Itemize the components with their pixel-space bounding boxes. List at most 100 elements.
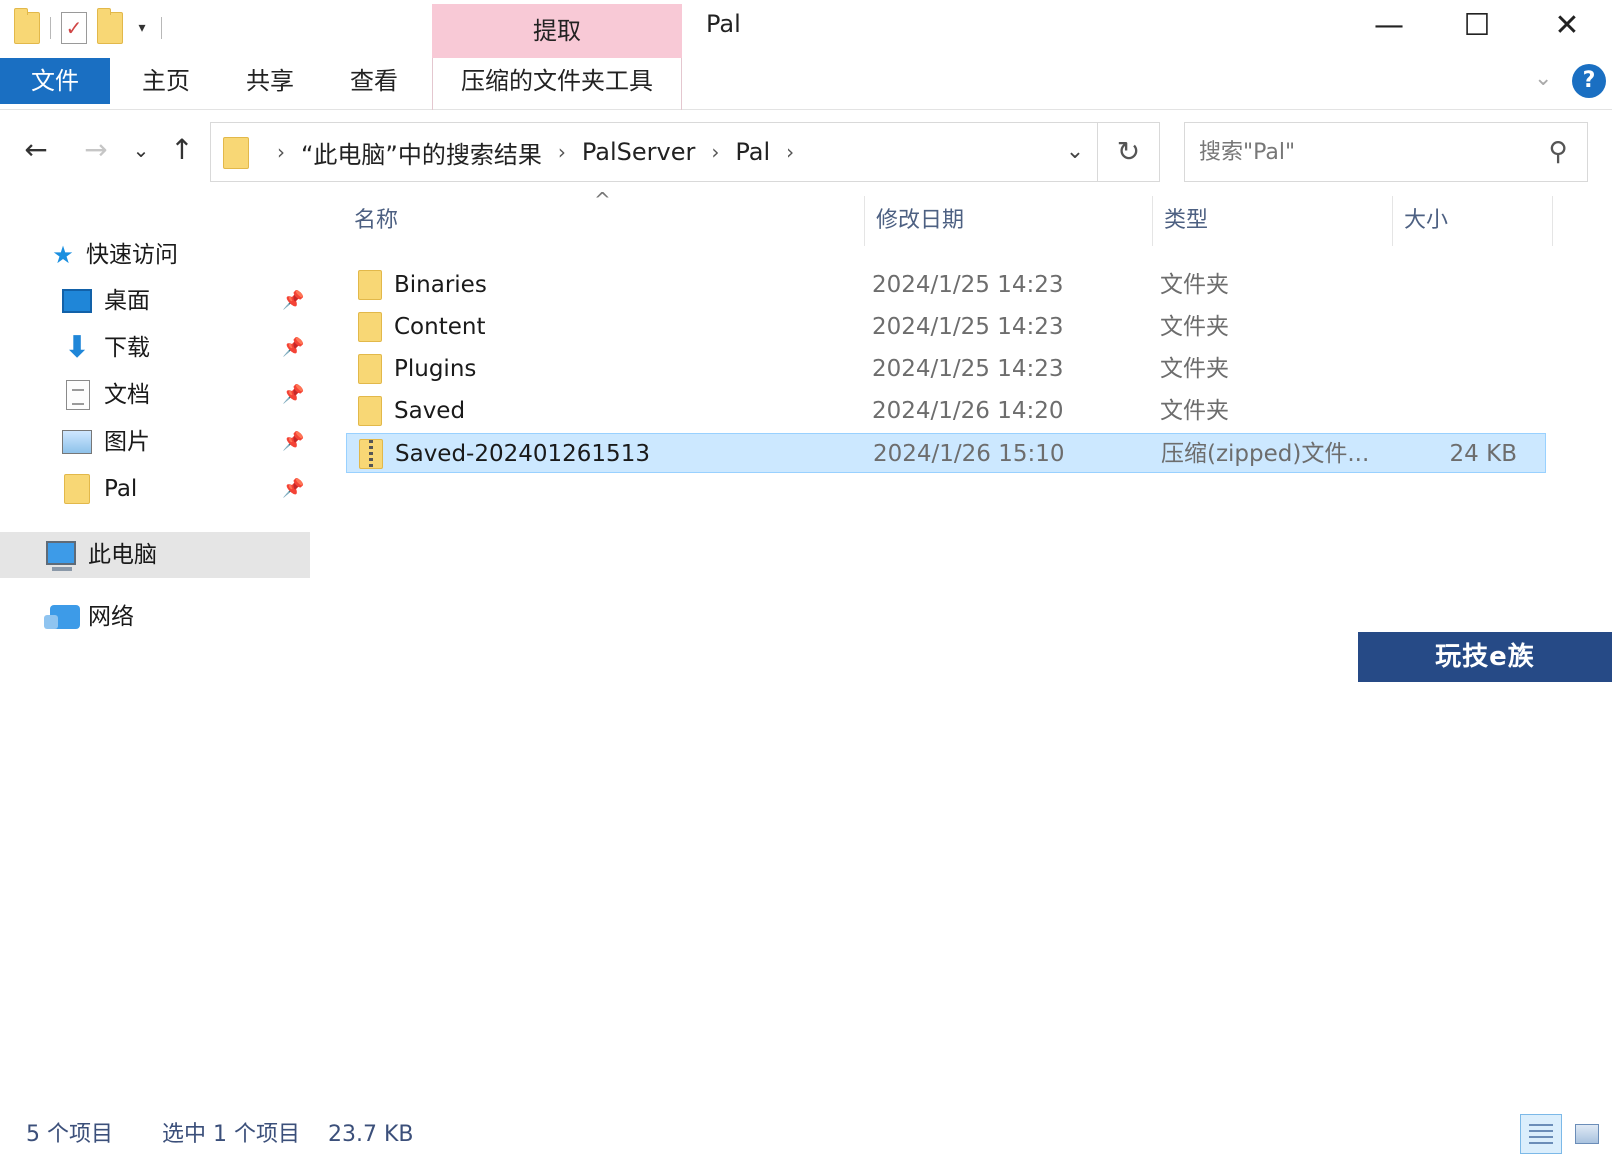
back-button[interactable]: ← xyxy=(18,132,54,168)
context-tab-group-label[interactable]: 提取 xyxy=(432,4,682,58)
sidebar-item-label: 文档 xyxy=(104,382,150,408)
zip-archive-icon xyxy=(359,439,383,469)
address-bar[interactable]: › “此电脑”中的搜索结果 › PalServer › Pal › ⌄ ↻ xyxy=(210,122,1160,182)
column-divider[interactable] xyxy=(1552,196,1553,246)
file-modified: 2024/1/25 14:23 xyxy=(872,356,1064,382)
properties-icon[interactable]: ✓ xyxy=(61,12,87,44)
tab-view[interactable]: 查看 xyxy=(334,58,414,104)
forward-button[interactable]: → xyxy=(78,132,114,168)
sidebar-item-documents[interactable]: 文档 📌 xyxy=(0,372,310,418)
large-icons-view-icon xyxy=(1575,1124,1599,1144)
file-name: Saved xyxy=(394,398,466,424)
expand-ribbon-chevron-icon[interactable]: ⌄ xyxy=(1534,66,1552,91)
star-icon: ★ xyxy=(52,241,74,269)
breadcrumb-palserver[interactable]: PalServer xyxy=(582,138,695,166)
details-view-icon xyxy=(1529,1124,1553,1144)
sidebar-item-downloads[interactable]: ⬇ 下载 📌 xyxy=(0,325,310,371)
folder-icon[interactable] xyxy=(14,8,40,44)
new-folder-icon[interactable] xyxy=(97,8,123,44)
file-modified: 2024/1/25 14:23 xyxy=(872,272,1064,298)
selection-count: 选中 1 个项目 xyxy=(162,1122,300,1147)
close-button[interactable]: ✕ xyxy=(1522,0,1612,56)
minimize-button[interactable]: — xyxy=(1344,0,1434,56)
pin-icon[interactable]: 📌 xyxy=(282,466,304,512)
breadcrumb-search-results[interactable]: “此电脑”中的搜索结果 xyxy=(301,135,542,170)
download-icon: ⬇ xyxy=(64,330,90,365)
sidebar-item-label: 下载 xyxy=(104,335,150,361)
file-name: Saved-202401261513 xyxy=(395,441,650,467)
navigation-bar: ← → ⌄ ↑ › “此电脑”中的搜索结果 › PalServer › Pal … xyxy=(0,118,1612,184)
picture-icon xyxy=(62,430,92,454)
file-modified: 2024/1/26 14:20 xyxy=(872,398,1064,424)
file-row-saved-zip[interactable]: Saved-202401261513 2024/1/26 15:10 压缩(zi… xyxy=(346,433,1546,473)
maximize-button[interactable]: ☐ xyxy=(1432,0,1522,56)
pin-icon[interactable]: 📌 xyxy=(282,325,304,371)
details-view-button[interactable] xyxy=(1520,1114,1562,1154)
document-icon xyxy=(66,380,90,410)
column-divider[interactable] xyxy=(1392,196,1393,246)
sidebar-item-this-pc[interactable]: 此电脑 xyxy=(0,532,310,578)
file-row-binaries[interactable]: Binaries 2024/1/25 14:23 文件夹 xyxy=(346,265,1546,305)
sidebar-item-label: 网络 xyxy=(88,604,134,630)
breadcrumb-pal[interactable]: Pal xyxy=(735,138,770,166)
toolbar-divider xyxy=(50,17,51,39)
file-name: Content xyxy=(394,314,486,340)
navigation-pane: ★ 快速访问 桌面 📌 ⬇ 下载 📌 文档 📌 图片 📌 Pal 📌 此电脑 网… xyxy=(0,196,310,1076)
breadcrumb-separator[interactable]: › xyxy=(711,140,719,164)
sidebar-item-label: 图片 xyxy=(104,429,150,455)
help-icon[interactable]: ? xyxy=(1572,64,1606,98)
tab-file[interactable]: 文件 xyxy=(0,58,110,104)
pin-icon[interactable]: 📌 xyxy=(282,419,304,465)
pin-icon[interactable]: 📌 xyxy=(282,278,304,324)
quick-access-toolbar: ✓ ▾ xyxy=(14,8,162,48)
watermark-logo: 玩技e族 xyxy=(1358,632,1612,682)
folder-icon xyxy=(64,474,90,504)
file-size: 24 KB xyxy=(1449,441,1517,467)
sidebar-item-pictures[interactable]: 图片 📌 xyxy=(0,419,310,465)
column-header-size[interactable]: 大小 xyxy=(1404,196,1544,246)
breadcrumb-separator[interactable]: › xyxy=(277,140,285,164)
file-modified: 2024/1/25 14:23 xyxy=(872,314,1064,340)
refresh-button[interactable]: ↻ xyxy=(1097,123,1159,181)
sidebar-item-quick-access[interactable]: ★ 快速访问 xyxy=(0,232,310,278)
breadcrumb-separator[interactable]: › xyxy=(558,140,566,164)
file-name: Binaries xyxy=(394,272,487,298)
column-divider[interactable] xyxy=(1152,196,1153,246)
folder-icon xyxy=(358,270,382,300)
file-type: 文件夹 xyxy=(1160,272,1229,298)
search-box[interactable]: ⚲ xyxy=(1184,122,1588,182)
tab-home[interactable]: 主页 xyxy=(126,58,206,104)
network-icon xyxy=(44,605,80,629)
pin-icon[interactable]: 📌 xyxy=(282,372,304,418)
column-divider[interactable] xyxy=(864,196,865,246)
file-type: 文件夹 xyxy=(1160,356,1229,382)
file-row-plugins[interactable]: Plugins 2024/1/25 14:23 文件夹 xyxy=(346,349,1546,389)
column-header-type[interactable]: 类型 xyxy=(1164,196,1384,246)
customize-toolbar-dropdown[interactable]: ▾ xyxy=(133,20,151,36)
column-header-modified[interactable]: 修改日期 xyxy=(876,196,1146,246)
search-icon[interactable]: ⚲ xyxy=(1541,135,1575,169)
sidebar-item-label: 桌面 xyxy=(104,288,150,314)
file-type: 文件夹 xyxy=(1160,314,1229,340)
column-header-name[interactable]: 名称 xyxy=(354,196,854,246)
file-name: Plugins xyxy=(394,356,477,382)
file-type: 压缩(zipped)文件... xyxy=(1161,441,1370,467)
address-history-dropdown[interactable]: ⌄ xyxy=(1053,123,1097,181)
sidebar-item-pal[interactable]: Pal 📌 xyxy=(0,466,310,512)
up-button[interactable]: ↑ xyxy=(164,132,200,168)
tab-share[interactable]: 共享 xyxy=(230,58,310,104)
tab-compressed-folder-tools[interactable]: 压缩的文件夹工具 xyxy=(432,58,682,104)
file-row-saved[interactable]: Saved 2024/1/26 14:20 文件夹 xyxy=(346,391,1546,431)
breadcrumb: › “此电脑”中的搜索结果 › PalServer › Pal › xyxy=(261,123,810,181)
toolbar-divider xyxy=(161,17,162,39)
recent-locations-dropdown[interactable]: ⌄ xyxy=(128,132,154,168)
sidebar-item-desktop[interactable]: 桌面 📌 xyxy=(0,278,310,324)
folder-icon xyxy=(223,137,249,169)
file-type: 文件夹 xyxy=(1160,398,1229,424)
file-row-content[interactable]: Content 2024/1/25 14:23 文件夹 xyxy=(346,307,1546,347)
large-icons-view-button[interactable] xyxy=(1566,1114,1608,1154)
breadcrumb-separator[interactable]: › xyxy=(786,140,794,164)
desktop-icon xyxy=(62,289,92,313)
search-input[interactable] xyxy=(1199,135,1529,169)
sidebar-item-network[interactable]: 网络 xyxy=(0,594,310,640)
